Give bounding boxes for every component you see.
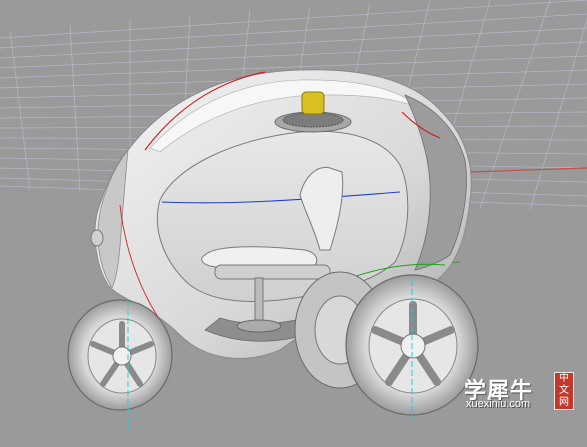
seat-post-base — [236, 319, 282, 333]
3d-viewport[interactable]: 学犀牛 xuexiniu.com 中文网 — [0, 0, 587, 447]
seat-post — [254, 277, 264, 324]
roof-light-lamp — [301, 91, 325, 115]
watermark-logo: 学犀牛 xuexiniu.com 中文网 — [458, 372, 586, 412]
seat-rail — [214, 264, 331, 280]
watermark-url: xuexiniu.com — [466, 398, 531, 410]
rear-hub-cap — [400, 333, 426, 359]
watermark-badge: 中文网 — [554, 372, 574, 410]
front-light — [90, 229, 104, 247]
roof-light-gear — [282, 112, 344, 128]
